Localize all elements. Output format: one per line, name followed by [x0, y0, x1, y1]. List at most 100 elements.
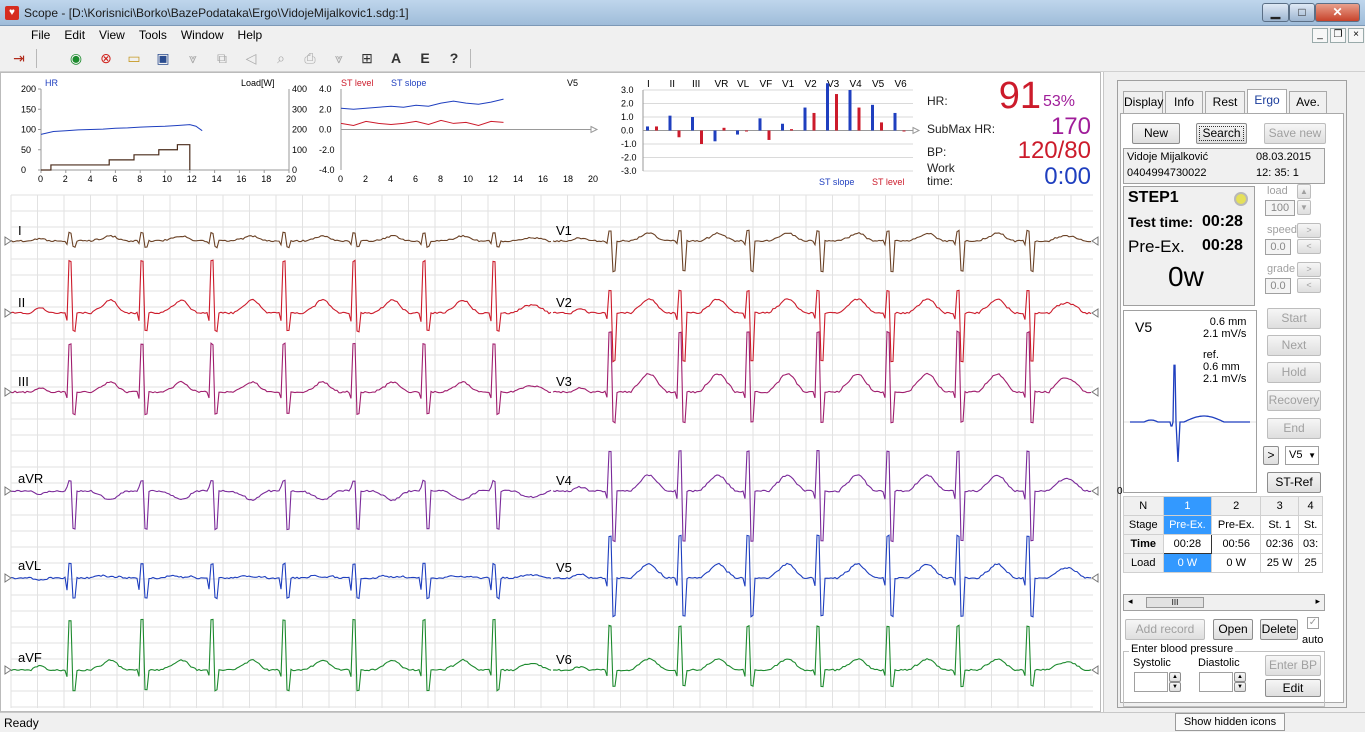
- lead-select[interactable]: V5 ▼: [1285, 446, 1319, 465]
- load-down-button[interactable]: ▼: [1297, 200, 1311, 215]
- scroll-right-icon[interactable]: ▸: [1315, 596, 1320, 607]
- show-hidden-icons-button[interactable]: Show hidden icons: [1175, 713, 1285, 731]
- scroll-left-icon[interactable]: ◂: [1128, 596, 1133, 607]
- table-cell[interactable]: 02:36: [1260, 534, 1300, 554]
- menu-window[interactable]: Window: [174, 26, 231, 44]
- save-icon[interactable]: ▣: [152, 48, 174, 69]
- table-cell[interactable]: Pre-Ex.: [1162, 515, 1213, 535]
- grade-up-button[interactable]: >: [1297, 262, 1321, 277]
- table-cell[interactable]: 00:28: [1162, 534, 1213, 554]
- mdi-close-button[interactable]: ×: [1348, 28, 1364, 43]
- new-button[interactable]: New: [1132, 123, 1180, 144]
- lead-label: VL: [737, 79, 750, 90]
- systolic-up-button[interactable]: ▲: [1169, 672, 1181, 682]
- scroll-thumb[interactable]: III: [1146, 597, 1204, 608]
- speed-up-button[interactable]: >: [1297, 223, 1321, 238]
- close-button[interactable]: ✕: [1315, 3, 1360, 22]
- recovery-button[interactable]: Recovery: [1267, 390, 1321, 411]
- minimize-button[interactable]: ▁: [1262, 3, 1289, 22]
- ecg-trace-I: [10, 231, 552, 249]
- table-cell[interactable]: St.: [1298, 515, 1323, 535]
- y-tick-label: -1.0: [621, 139, 637, 149]
- end-button[interactable]: End: [1267, 418, 1321, 439]
- menu-view[interactable]: View: [92, 26, 132, 44]
- table-cell[interactable]: 0 W: [1162, 553, 1213, 573]
- tab-rest[interactable]: Rest: [1205, 91, 1245, 113]
- menu-file[interactable]: File: [24, 26, 57, 44]
- table-cell[interactable]: St. 1: [1260, 515, 1300, 535]
- edit-button[interactable]: Edit: [1265, 679, 1321, 697]
- lead-label: V1: [782, 79, 795, 90]
- save-new-button[interactable]: Save new: [1264, 123, 1326, 144]
- hold-button[interactable]: Hold: [1267, 362, 1321, 383]
- auto-label: auto: [1302, 634, 1324, 646]
- open-folder-icon[interactable]: ▭: [123, 48, 145, 69]
- lead-label-V4: V4: [556, 473, 572, 488]
- letter-e-icon[interactable]: E: [414, 48, 436, 69]
- tab-ergo[interactable]: Ergo: [1247, 89, 1287, 114]
- st-ref-button[interactable]: ST-Ref: [1267, 472, 1321, 493]
- st-bar: [812, 112, 816, 131]
- table-header-cell[interactable]: 3: [1260, 496, 1300, 516]
- mdi-restore-button[interactable]: ❐: [1330, 28, 1346, 43]
- next-button[interactable]: Next: [1267, 335, 1321, 356]
- ecg-trace-III: [10, 342, 552, 416]
- search-button[interactable]: Search: [1196, 123, 1247, 144]
- grid-icon[interactable]: ⊞: [356, 48, 378, 69]
- open-button[interactable]: Open: [1213, 619, 1253, 640]
- systolic-input[interactable]: [1134, 672, 1168, 692]
- table-header-cell[interactable]: 2: [1211, 496, 1262, 516]
- menu-edit[interactable]: Edit: [57, 26, 92, 44]
- tab-info[interactable]: Info: [1165, 91, 1203, 113]
- add-record-button[interactable]: Add record: [1125, 619, 1205, 640]
- st-trend-chart: 4.0 2.0 0.0 -2.0 -4.00 2 4 6 8 10 12 14 16 18 20 ST lev…: [319, 78, 599, 184]
- lead-next-button[interactable]: >: [1263, 446, 1279, 465]
- maximize-button[interactable]: □: [1289, 3, 1315, 22]
- load-label: load: [1267, 185, 1288, 197]
- exit-icon[interactable]: ⇥: [8, 48, 30, 69]
- ruler-icon[interactable]: ◁: [240, 48, 262, 69]
- filter-icon[interactable]: ⩔: [182, 48, 204, 69]
- table-cell[interactable]: 0 W: [1211, 553, 1262, 573]
- enter-bp-button[interactable]: Enter BP: [1265, 655, 1321, 676]
- delete-button[interactable]: Delete: [1260, 619, 1298, 640]
- tab-display[interactable]: Display: [1123, 91, 1163, 113]
- speed-input[interactable]: 0.0: [1265, 239, 1291, 255]
- table-cell[interactable]: 03:: [1298, 534, 1323, 554]
- diastolic-input[interactable]: [1199, 672, 1233, 692]
- help-icon[interactable]: ?: [443, 48, 465, 69]
- grade-down-button[interactable]: <: [1297, 278, 1321, 293]
- start-button[interactable]: Start: [1267, 308, 1321, 329]
- table-cell[interactable]: 25: [1298, 553, 1323, 573]
- table-cell[interactable]: 25 W: [1260, 553, 1300, 573]
- menu-tools[interactable]: Tools: [132, 26, 174, 44]
- print-preview-icon[interactable]: ⌕: [270, 48, 292, 69]
- export-icon[interactable]: ⩔: [328, 48, 350, 69]
- table-header-cell[interactable]: 4: [1298, 496, 1323, 516]
- print-icon[interactable]: ⎙: [299, 48, 321, 69]
- table-cell[interactable]: 00:56: [1211, 534, 1262, 554]
- diastolic-up-button[interactable]: ▲: [1234, 672, 1246, 682]
- load-input[interactable]: 100: [1265, 200, 1295, 216]
- y2-tick-label: 200: [292, 125, 307, 135]
- record-icon[interactable]: ◉: [65, 48, 87, 69]
- stop-icon[interactable]: ⊗: [95, 48, 117, 69]
- speed-down-button[interactable]: <: [1297, 239, 1321, 254]
- table-header-cell[interactable]: 1: [1162, 496, 1213, 516]
- auto-checkbox[interactable]: ✓: [1307, 617, 1319, 629]
- table-scrollbar[interactable]: ◂ III ▸: [1123, 594, 1325, 611]
- grade-input[interactable]: 0.0: [1265, 278, 1291, 294]
- load-up-button[interactable]: ▲: [1297, 184, 1311, 199]
- diastolic-down-button[interactable]: ▼: [1234, 682, 1246, 692]
- lead-label-V5: V5: [556, 560, 572, 575]
- menu-help[interactable]: Help: [231, 26, 270, 44]
- st-bar: [758, 118, 762, 131]
- text-icon[interactable]: A: [385, 48, 407, 69]
- tab-ave[interactable]: Ave.: [1289, 91, 1327, 113]
- table-cell[interactable]: Pre-Ex.: [1211, 515, 1262, 535]
- mdi-minimize-button[interactable]: _: [1312, 28, 1328, 43]
- systolic-down-button[interactable]: ▼: [1169, 682, 1181, 692]
- current-load-display: 0w: [1168, 261, 1204, 292]
- copy-icon[interactable]: ⧉: [211, 48, 233, 69]
- st-bar: [655, 126, 658, 131]
